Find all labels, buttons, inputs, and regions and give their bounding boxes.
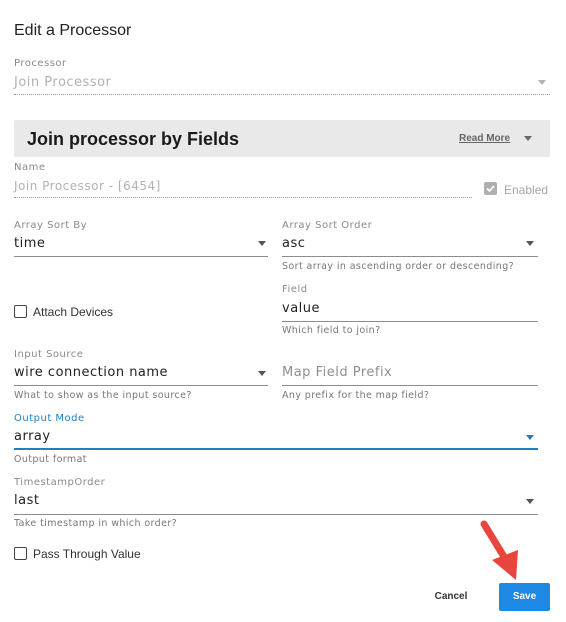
name-label: Name — [14, 162, 46, 173]
cancel-button[interactable]: Cancel — [420, 583, 482, 611]
output-mode-select[interactable]: Output Mode array — [14, 413, 538, 453]
timestamp-order-value: last — [14, 493, 40, 508]
array-sort-by-underline — [14, 256, 268, 257]
processor-select[interactable]: Processor Join Processor — [14, 58, 550, 98]
field-value: value — [282, 301, 321, 316]
map-field-prefix-underline — [282, 385, 538, 386]
output-mode-underline — [14, 448, 538, 450]
array-sort-order-helper: Sort array in ascending order or descend… — [282, 261, 515, 272]
name-underline — [14, 197, 472, 198]
array-sort-by-value: time — [14, 236, 46, 251]
processor-underline — [14, 94, 550, 95]
annotation-arrow-icon — [480, 520, 518, 580]
attach-devices-label: Attach Devices — [33, 305, 114, 319]
timestamp-order-helper: Take timestamp in which order? — [14, 518, 178, 529]
dialog-title: Edit a Processor — [14, 22, 132, 39]
map-field-prefix-placeholder: Map Field Prefix — [282, 365, 393, 380]
input-source-value: wire connection name — [14, 365, 169, 380]
banner-title: Join processor by Fields — [27, 129, 240, 149]
field-label: Field — [282, 284, 308, 295]
read-more-link[interactable]: Read More — [459, 133, 510, 144]
processor-description-banner: Join processor by Fields Read More — [14, 120, 550, 157]
chevron-down-icon — [526, 241, 534, 246]
input-source-label: Input Source — [14, 349, 84, 360]
field-input[interactable]: Field value — [282, 284, 538, 324]
read-more-chevron-icon[interactable] — [524, 136, 532, 141]
input-source-helper: What to show as the input source? — [14, 390, 192, 401]
processor-value: Join Processor — [14, 75, 112, 90]
input-source-underline — [14, 385, 268, 386]
processor-label: Processor — [14, 58, 67, 69]
array-sort-order-underline — [282, 256, 538, 257]
name-field[interactable]: Name Join Processor - [6454] — [14, 162, 472, 202]
attach-devices-checkbox[interactable] — [14, 305, 27, 318]
chevron-down-icon — [258, 241, 266, 246]
check-icon — [486, 185, 495, 193]
timestamp-order-select[interactable]: TimestampOrder last — [14, 477, 538, 517]
array-sort-order-select[interactable]: Array Sort Order asc — [282, 220, 538, 260]
output-mode-label: Output Mode — [14, 413, 85, 424]
chevron-down-icon — [526, 499, 534, 504]
array-sort-order-label: Array Sort Order — [282, 220, 373, 231]
array-sort-by-label: Array Sort By — [14, 220, 88, 231]
pass-through-label: Pass Through Value — [33, 547, 141, 561]
timestamp-order-label: TimestampOrder — [14, 477, 106, 488]
enabled-checkbox[interactable] — [484, 182, 497, 195]
array-sort-by-select[interactable]: Array Sort By time — [14, 220, 268, 260]
output-mode-helper: Output format — [14, 454, 87, 465]
save-button[interactable]: Save — [499, 583, 550, 611]
enabled-label: Enabled — [504, 183, 549, 197]
field-underline — [282, 321, 538, 322]
array-sort-order-value: asc — [282, 236, 306, 251]
pass-through-checkbox[interactable] — [14, 547, 27, 560]
map-field-prefix-input[interactable]: Map Field Prefix — [282, 360, 538, 390]
name-value: Join Processor - [6454] — [14, 179, 161, 193]
input-source-select[interactable]: Input Source wire connection name — [14, 349, 268, 389]
field-helper: Which field to join? — [282, 325, 381, 336]
output-mode-value: array — [14, 429, 51, 444]
chevron-down-icon — [258, 371, 266, 376]
chevron-down-icon — [526, 435, 534, 440]
timestamp-order-underline — [14, 514, 538, 515]
map-field-prefix-helper: Any prefix for the map field? — [282, 390, 430, 401]
chevron-down-icon — [538, 80, 546, 85]
